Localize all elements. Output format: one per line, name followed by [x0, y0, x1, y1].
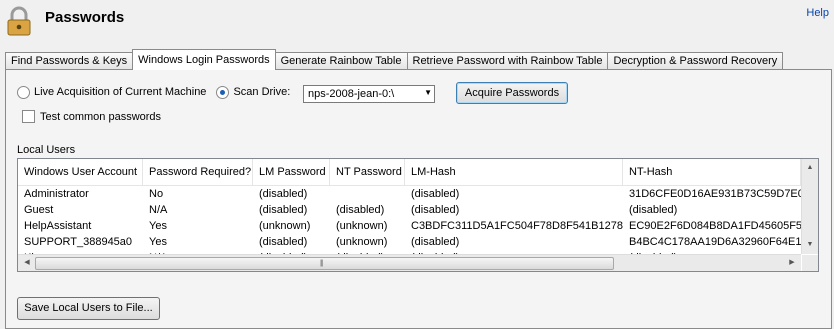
table-cell [330, 186, 405, 202]
scroll-up-icon[interactable]: ▲ [802, 161, 818, 175]
table-cell: EC90E2F6D084B8DA1FD45605F51A5D3C [629, 220, 801, 232]
tab-windows-login-passwords[interactable]: Windows Login Passwords [132, 49, 276, 70]
table-header: Windows User Account Password Required? … [18, 159, 801, 186]
tab-bar: Find Passwords & Keys Windows Login Pass… [5, 49, 784, 70]
table-row[interactable]: Administrator No (disabled) (disabled) 3… [18, 186, 801, 202]
vertical-scrollbar[interactable]: ▲ ▼ [801, 159, 818, 254]
acquisition-options: Live Acquisition of Current Machine Scan… [17, 80, 300, 104]
column-header[interactable]: Password Required? [143, 159, 253, 185]
table-cell: 31D6CFE0D16AE931B73C59D7E0C089C0 [629, 188, 801, 200]
column-header[interactable]: NT-Hash [623, 159, 801, 185]
test-common-checkbox[interactable] [22, 110, 35, 123]
local-users-table[interactable]: Windows User Account Password Required? … [17, 158, 819, 272]
horizontal-scrollbar[interactable]: ◀ ||| ▶ [18, 254, 801, 271]
chevron-down-icon[interactable]: ▼ [424, 88, 432, 97]
table-cell: SUPPORT_388945a0 [24, 236, 133, 248]
scan-drive-label[interactable]: Scan Drive: [233, 86, 290, 98]
table-row[interactable]: SUPPORT_388945a0 Yes (disabled) (unknown… [18, 234, 801, 250]
tab-retrieve-password-rainbow[interactable]: Retrieve Password with Rainbow Table [406, 52, 609, 70]
table-cell: Yes [149, 236, 167, 248]
page-title: Passwords [45, 9, 125, 26]
save-local-users-button[interactable]: Save Local Users to File... [17, 297, 160, 320]
table-cell: (disabled) [259, 236, 308, 248]
table-cell: B4BC4C178AA19D6A32960F64E1E0C3F1 [629, 236, 801, 248]
scroll-left-icon[interactable]: ◀ [20, 255, 34, 271]
table-cell: (disabled) [259, 204, 308, 216]
grip-icon: ||| [320, 260, 324, 267]
table-cell: (disabled) [259, 188, 308, 200]
tab-find-passwords[interactable]: Find Passwords & Keys [5, 52, 134, 70]
header: Passwords Help [0, 0, 834, 46]
table-cell: (disabled) [411, 188, 460, 200]
column-header[interactable]: LM-Hash [405, 159, 623, 185]
table-row[interactable]: Guest N/A (disabled) (disabled) (disable… [18, 202, 801, 218]
table-cell: N/A [149, 204, 168, 216]
scrollbar-thumb[interactable]: ||| [35, 257, 614, 270]
table-cell: (disabled) [411, 236, 460, 248]
table-cell: (unknown) [259, 220, 311, 232]
tab-generate-rainbow-table[interactable]: Generate Rainbow Table [274, 52, 408, 70]
drive-select[interactable]: nps-2008-jean-0:\ ▼ [303, 85, 435, 103]
tab-decryption-recovery[interactable]: Decryption & Password Recovery [607, 52, 784, 70]
table-cell: (unknown) [336, 236, 388, 248]
help-link[interactable]: Help [806, 7, 829, 19]
live-acquisition-label[interactable]: Live Acquisition of Current Machine [34, 86, 206, 98]
table-cell: Administrator [24, 188, 89, 200]
table-cell: (unknown) [336, 220, 388, 232]
scroll-down-icon[interactable]: ▼ [802, 238, 818, 252]
scroll-right-icon[interactable]: ▶ [785, 255, 799, 271]
table-cell: Guest [24, 204, 54, 216]
local-users-label: Local Users [17, 144, 76, 156]
live-acquisition-radio[interactable] [17, 85, 30, 99]
table-cell: (disabled) [411, 204, 460, 216]
test-common-option: Test common passwords [22, 110, 161, 123]
table-cell: C3BDFC311D5A1FC504F78D8F541B1278 [411, 220, 623, 232]
table-cell: (disabled) [629, 204, 678, 216]
table-cell: HelpAssistant [24, 220, 92, 232]
column-header[interactable]: Windows User Account [18, 159, 143, 185]
table-cell: Yes [149, 220, 167, 232]
table-cell: No [149, 188, 164, 200]
column-header[interactable]: LM Password [253, 159, 330, 185]
table-cell: (disabled) [336, 204, 385, 216]
test-common-label[interactable]: Test common passwords [40, 111, 161, 123]
table-row[interactable]: HelpAssistant Yes (unknown) (unknown) C3… [18, 218, 801, 234]
scan-drive-radio[interactable] [216, 85, 230, 99]
scrollbar-corner [802, 255, 818, 271]
column-header[interactable]: NT Password [330, 159, 405, 185]
drive-select-value: nps-2008-jean-0:\ [308, 88, 395, 100]
acquire-passwords-button[interactable]: Acquire Passwords [456, 82, 568, 104]
lock-icon [7, 6, 31, 36]
